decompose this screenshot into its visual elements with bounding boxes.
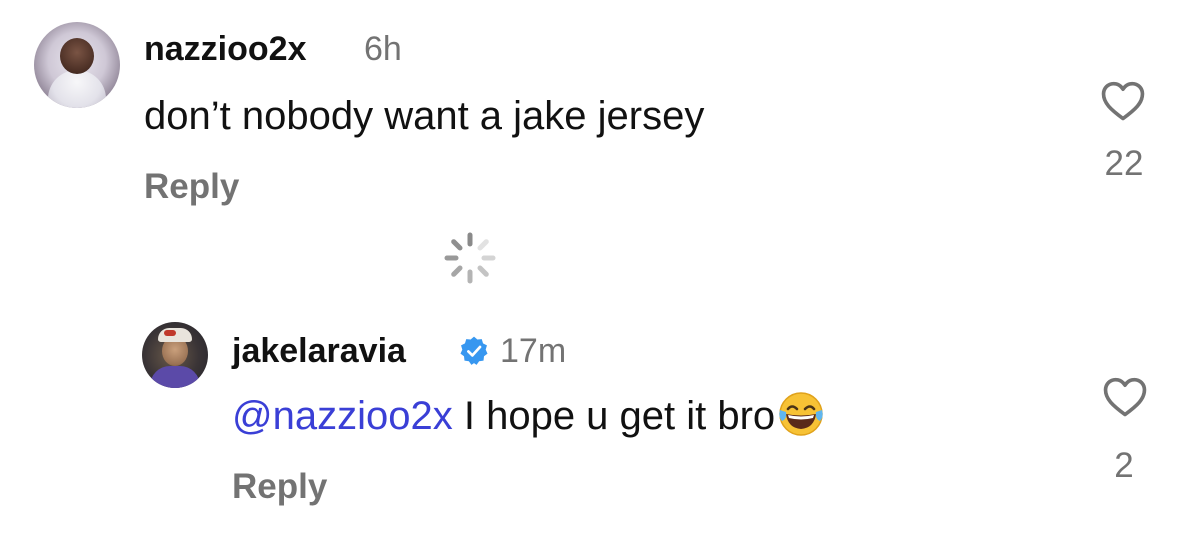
reply-text: I hope u get it bro: [452, 394, 776, 438]
reply-text-line: @nazzioo2x I hope u get it bro: [232, 392, 825, 442]
mention-link[interactable]: @nazzioo2x: [232, 394, 453, 438]
loading-spinner-icon: [442, 230, 498, 286]
avatar-photo-body: [48, 70, 106, 108]
reply-timestamp: 17m: [500, 332, 567, 370]
comment-username[interactable]: nazzioo2x: [144, 29, 306, 69]
avatar-photo-face: [60, 38, 94, 74]
comment-text: don’t nobody want a jake jersey: [144, 94, 705, 138]
comment-timestamp: 6h: [364, 30, 402, 68]
like-count[interactable]: 2: [1089, 446, 1159, 486]
reply-button[interactable]: Reply: [232, 466, 327, 508]
reply-button[interactable]: Reply: [144, 166, 239, 208]
avatar-jakelaravia[interactable]: [142, 322, 208, 388]
like-count[interactable]: 22: [1089, 144, 1159, 184]
avatar-nazzioo2x[interactable]: [34, 22, 120, 108]
avatar-photo-shirt: [150, 366, 200, 388]
laughing-tears-emoji-icon: [777, 390, 825, 438]
verified-badge-icon: [458, 335, 490, 367]
like-heart-icon[interactable]: [1100, 80, 1146, 122]
reply-username[interactable]: jakelaravia: [232, 331, 406, 371]
avatar-photo-cap-logo: [164, 330, 176, 336]
like-heart-icon[interactable]: [1102, 376, 1148, 418]
